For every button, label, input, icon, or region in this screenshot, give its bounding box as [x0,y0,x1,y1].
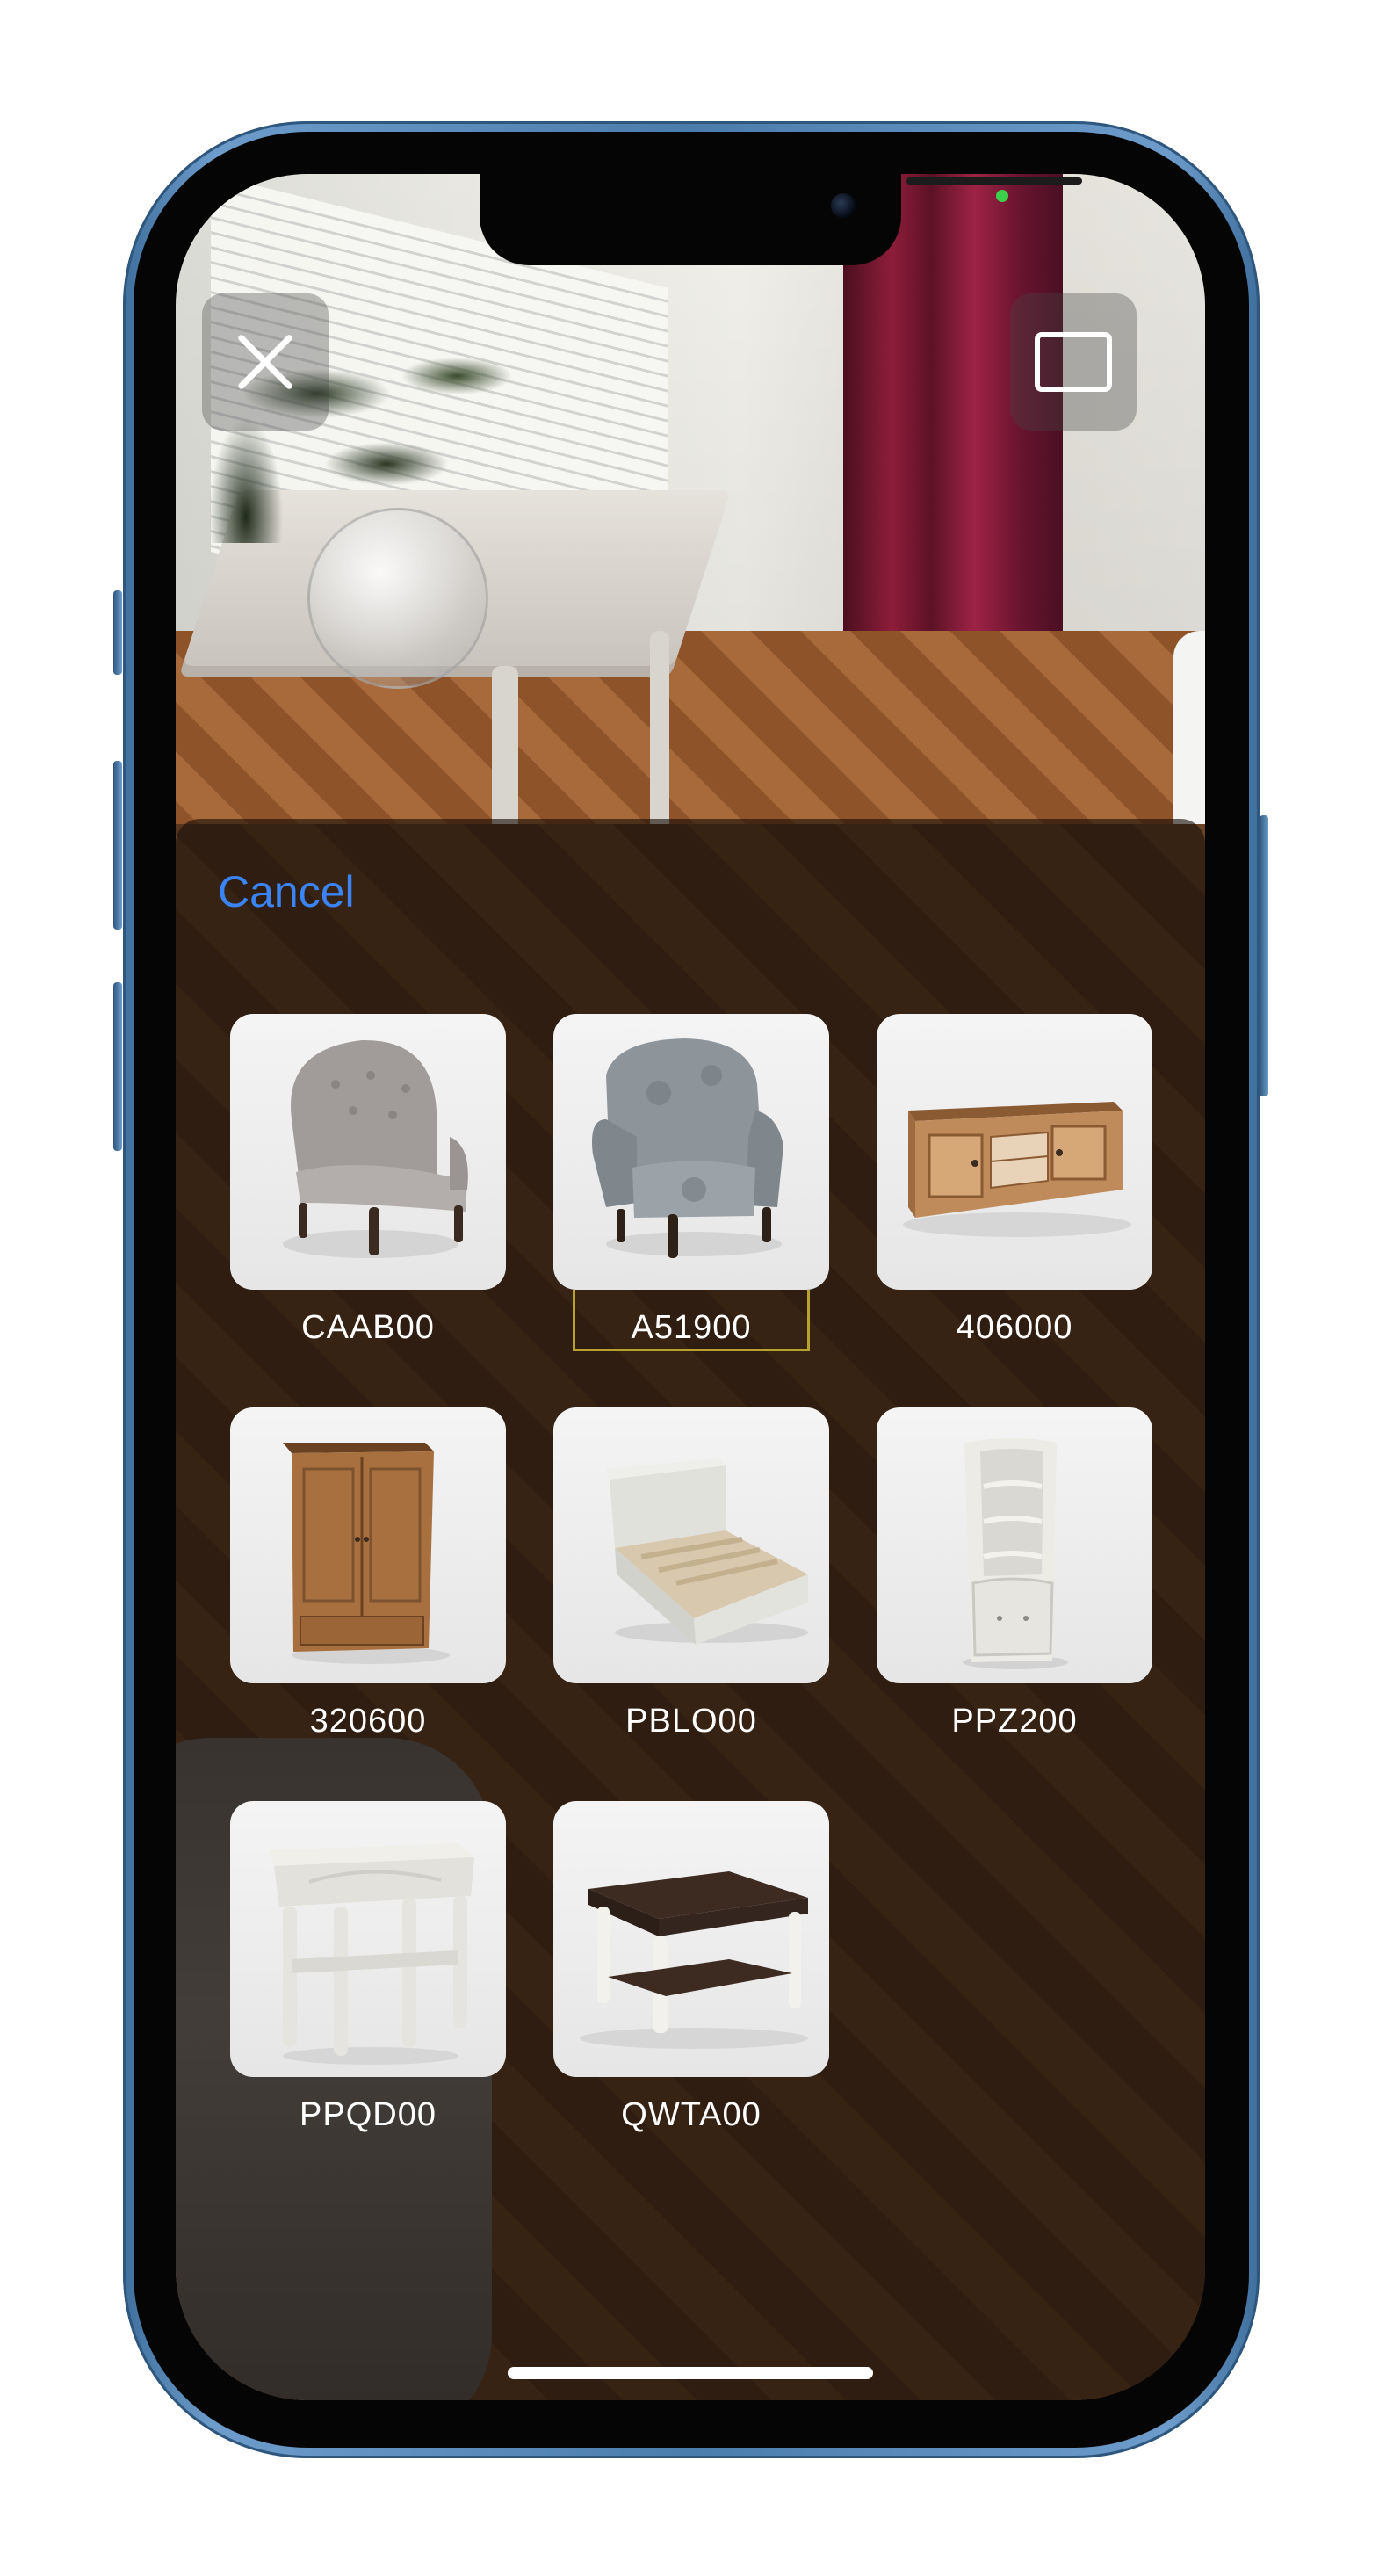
furniture-picker-sheet: Cancel CAAB00 A51900 406000 320600 PBLO0… [176,819,1205,2400]
furniture-item-label: PBLO00 [625,1703,757,1740]
furniture-item[interactable]: PPZ200 [877,1407,1152,1740]
furniture-item-label: QWTA00 [621,2096,762,2133]
tv-cabinet-icon [903,1102,1131,1237]
tufted-armchair-icon [283,1039,468,1258]
single-bed-icon [606,1458,808,1645]
home-indicator[interactable] [508,2367,873,2379]
frame-icon [1035,332,1112,392]
volume-down-button [113,982,122,1151]
wardrobe-icon [283,1443,450,1664]
screen: Cancel CAAB00 A51900 406000 320600 PBLO0… [176,174,1205,2400]
close-button[interactable] [202,293,329,431]
furniture-item-label: 406000 [956,1309,1073,1346]
furniture-thumbnail [230,1801,506,2077]
furniture-item[interactable]: PPQD00 [230,1801,506,2133]
furniture-thumbnail [230,1014,506,1290]
power-button [1260,815,1268,1096]
furniture-item[interactable]: CAAB00 [230,1014,506,1346]
frame-toggle-button[interactable] [1010,293,1137,431]
floral-armchair-icon [592,1038,783,1258]
coffee-table-icon [580,1871,808,2049]
furniture-thumbnail [553,1407,829,1683]
volume-up-button [113,761,122,930]
silent-switch [113,590,122,675]
furniture-thumbnail [877,1014,1152,1290]
furniture-item-label: A51900 [631,1309,752,1346]
furniture-thumbnail [553,1014,829,1290]
furniture-item-label: CAAB00 [301,1309,435,1346]
furniture-item[interactable]: 320600 [230,1407,506,1740]
earpiece-speaker [906,177,1082,185]
furniture-thumbnail [553,1801,829,2077]
front-camera [831,193,856,218]
cancel-button[interactable]: Cancel [218,870,355,914]
side-table-icon [269,1843,474,2065]
furniture-thumbnail [877,1407,1152,1683]
furniture-item[interactable]: QWTA00 [553,1801,829,2133]
corner-shelf-icon [963,1438,1068,1669]
close-icon [232,329,299,395]
furniture-item[interactable]: PBLO00 [553,1407,829,1740]
furniture-item-selected[interactable]: A51900 [553,1014,829,1351]
furniture-item-label: 320600 [309,1703,427,1740]
furniture-item[interactable]: 406000 [877,1014,1152,1346]
furniture-item-label: PPZ200 [951,1703,1078,1740]
notch [480,174,1082,265]
furniture-item-label: PPQD00 [300,2096,437,2133]
furniture-thumbnail [230,1407,506,1683]
camera-in-use-indicator [996,190,1008,202]
